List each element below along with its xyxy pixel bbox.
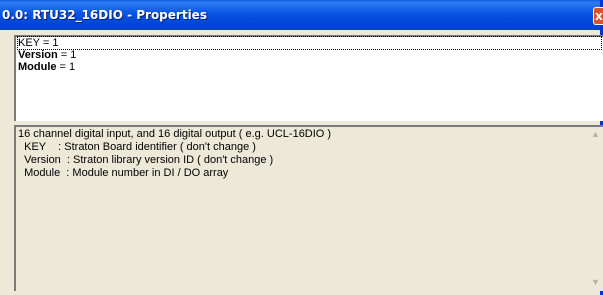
properties-window: 0.0: RTU32_16DIO - Properties x KEY = 1 … [0, 0, 603, 295]
close-button[interactable]: x [593, 7, 603, 25]
property-row-key[interactable]: KEY = 1 [17, 36, 602, 50]
property-module-value: = 1 [56, 61, 76, 73]
properties-editor[interactable]: KEY = 1 Version = 1 Module = 1 [14, 35, 603, 121]
close-icon: x [595, 9, 603, 23]
description-line: Module : Module number in DI / DO array [18, 167, 229, 179]
window-title: 0.0: RTU32_16DIO - Properties [2, 8, 207, 22]
property-row-version[interactable]: Version = 1 [18, 49, 76, 61]
description-panel[interactable]: 16 channel digital input, and 16 digital… [14, 125, 603, 291]
property-version-label: Version [18, 49, 58, 61]
description-line: 16 channel digital input, and 16 digital… [18, 128, 332, 140]
description-line: KEY : Straton Board identifier ( don't c… [18, 141, 256, 153]
property-row-module[interactable]: Module = 1 [18, 61, 75, 73]
title-bar[interactable]: 0.0: RTU32_16DIO - Properties x [0, 0, 603, 30]
scroll-up-arrow-icon[interactable]: ▲ [590, 129, 601, 139]
property-module-label: Module [18, 61, 57, 73]
property-key-value: = 1 [39, 37, 59, 49]
scroll-down-arrow-icon[interactable]: ▼ [590, 277, 601, 287]
property-version-value: = 1 [57, 49, 77, 61]
property-key-label: KEY [18, 37, 40, 49]
window-bottom-edge [0, 291, 600, 295]
description-line: Version : Straton library version ID ( d… [18, 154, 274, 166]
